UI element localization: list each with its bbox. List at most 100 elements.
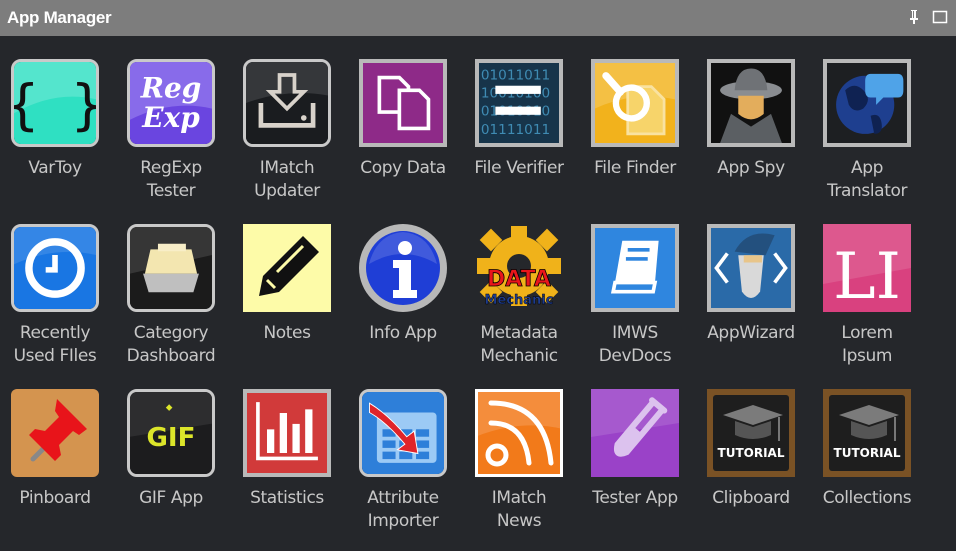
app-label-line: Lorem [841, 323, 893, 343]
app-label-line: IMWS [612, 323, 658, 343]
globe-speech-icon[interactable] [823, 59, 911, 147]
app-tile-statistics[interactable]: Statistics [232, 366, 348, 526]
gear-data-icon[interactable]: DATA Mechanic [475, 224, 563, 312]
app-tile-vartoy[interactable]: { } VarToy [0, 36, 116, 196]
pencil-icon[interactable] [243, 224, 331, 312]
app-label: Lorem Ipsum [812, 322, 922, 368]
app-label: Copy Data [348, 157, 458, 180]
app-label-line: File Verifier [474, 158, 564, 178]
app-label-line: News [496, 511, 542, 531]
binary-equals-icon[interactable]: 01011011100101000101001001111011 [475, 59, 563, 147]
svg-text:TUTORIAL: TUTORIAL [834, 446, 901, 460]
app-label-line: AppWizard [707, 323, 795, 343]
app-tile-file-verifier[interactable]: 01011011100101000101001001111011 File Ver… [464, 36, 580, 196]
app-tile-gif-app[interactable]: GIF GIF App [116, 366, 232, 526]
app-label: Pinboard [0, 487, 110, 510]
app-tile-imws-devdocs[interactable]: IMWS DevDocs [580, 201, 696, 366]
app-tile-app-translator[interactable]: App Translator [812, 36, 928, 201]
spy-icon[interactable] [707, 59, 795, 147]
book-icon[interactable] [591, 224, 679, 312]
svg-text:Exp: Exp [141, 101, 200, 134]
app-tile-imatch-updater[interactable]: IMatch Updater [232, 36, 348, 201]
app-label-line: Used FIles [13, 346, 97, 366]
app-label-line: IMatch [259, 158, 315, 178]
app-label: Category Dashboard [116, 322, 226, 368]
app-label-line: Metadata [480, 323, 558, 343]
app-label-line: DevDocs [598, 346, 672, 366]
app-tile-appwizard[interactable]: AppWizard [696, 201, 812, 361]
app-tile-info-app[interactable]: Info App [348, 201, 464, 361]
svg-text:01111011: 01111011 [481, 122, 550, 138]
app-label-line: Collections [822, 488, 912, 508]
clock-icon[interactable] [11, 224, 99, 312]
app-label-line: Category [133, 323, 209, 343]
app-label: File Verifier [464, 157, 574, 180]
copy-documents-icon[interactable] [359, 59, 447, 147]
app-label: Collections [812, 487, 922, 510]
app-label-line: IMatch [491, 488, 547, 508]
app-label: Metadata Mechanic [464, 322, 574, 368]
app-tile-copy-data[interactable]: Copy Data [348, 36, 464, 196]
app-label: IMatch Updater [232, 157, 342, 203]
svg-text:01011011: 01011011 [481, 67, 550, 83]
app-label: Tester App [580, 487, 690, 510]
app-label-line: Tester [146, 181, 196, 201]
app-tile-notes[interactable]: Notes [232, 201, 348, 361]
download-tray-icon[interactable] [243, 59, 331, 147]
app-label-line: Notes [263, 323, 311, 343]
app-tile-category-dashboard[interactable]: Category Dashboard [116, 201, 232, 366]
app-label-line: Mechanic [480, 346, 558, 366]
app-tile-pinboard[interactable]: Pinboard [0, 366, 116, 526]
regexp-icon[interactable]: Reg Exp [127, 59, 215, 147]
app-tile-regexp-tester[interactable]: Reg Exp RegExp Tester [116, 36, 232, 201]
pin-icon[interactable] [906, 9, 922, 25]
svg-text:Mechanic: Mechanic [485, 293, 554, 308]
info-icon[interactable] [359, 224, 447, 312]
app-label-line: Info App [369, 323, 437, 343]
app-tile-attribute-importer[interactable]: Attribute Importer [348, 366, 464, 531]
lorem-ipsum-icon[interactable]: LI [823, 224, 911, 312]
svg-text:LI: LI [833, 240, 901, 312]
app-tile-lorem-ipsum[interactable]: LI Lorem Ipsum [812, 201, 928, 366]
app-label: App Spy [696, 157, 806, 180]
app-label-line: RegExp [140, 158, 202, 178]
magnifier-file-icon[interactable] [591, 59, 679, 147]
app-tile-metadata-mechanic[interactable]: DATA Mechanic Metadata Mechanic [464, 201, 580, 366]
svg-text:Reg: Reg [140, 71, 202, 104]
app-label-line: VarToy [28, 158, 82, 178]
app-label: File Finder [580, 157, 690, 180]
app-label: VarToy [0, 157, 110, 180]
tutorial-cap-icon[interactable]: TUTORIAL [707, 389, 795, 477]
app-label: Attribute Importer [348, 487, 458, 533]
curly-braces-icon[interactable]: { } [11, 59, 99, 147]
card-file-icon[interactable] [127, 224, 215, 312]
app-tile-clipboard[interactable]: TUTORIAL Clipboard [696, 366, 812, 526]
app-tile-app-spy[interactable]: App Spy [696, 36, 812, 196]
app-tile-tester-app[interactable]: Tester App [580, 366, 696, 526]
app-label-line: Clipboard [712, 488, 790, 508]
app-tile-recently-used-files[interactable]: Recently Used FIles [0, 201, 116, 366]
table-import-icon[interactable] [359, 389, 447, 477]
app-tile-file-finder[interactable]: File Finder [580, 36, 696, 196]
pushpin-icon[interactable] [11, 389, 99, 477]
wizard-icon[interactable] [707, 224, 795, 312]
gif-icon[interactable]: GIF [127, 389, 215, 477]
app-label-line: Recently [19, 323, 91, 343]
app-label-line: Translator [826, 181, 908, 201]
app-tile-collections[interactable]: TUTORIAL Collections [812, 366, 928, 526]
app-label: Clipboard [696, 487, 806, 510]
maximize-icon[interactable] [932, 9, 948, 25]
app-label-line: App Spy [717, 158, 785, 178]
app-label: AppWizard [696, 322, 806, 345]
app-tile-imatch-news[interactable]: IMatch News [464, 366, 580, 531]
app-label-line: Updater [254, 181, 320, 201]
app-label-line: Dashboard [126, 346, 216, 366]
bar-chart-icon[interactable] [243, 389, 331, 477]
rss-icon[interactable] [475, 389, 563, 477]
tutorial-cap-icon[interactable]: TUTORIAL [823, 389, 911, 477]
test-tube-icon[interactable] [591, 389, 679, 477]
app-label: GIF App [116, 487, 226, 510]
svg-text:TUTORIAL: TUTORIAL [718, 446, 785, 460]
app-label-line: Attribute [367, 488, 439, 508]
app-label-line: Ipsum [842, 346, 892, 366]
